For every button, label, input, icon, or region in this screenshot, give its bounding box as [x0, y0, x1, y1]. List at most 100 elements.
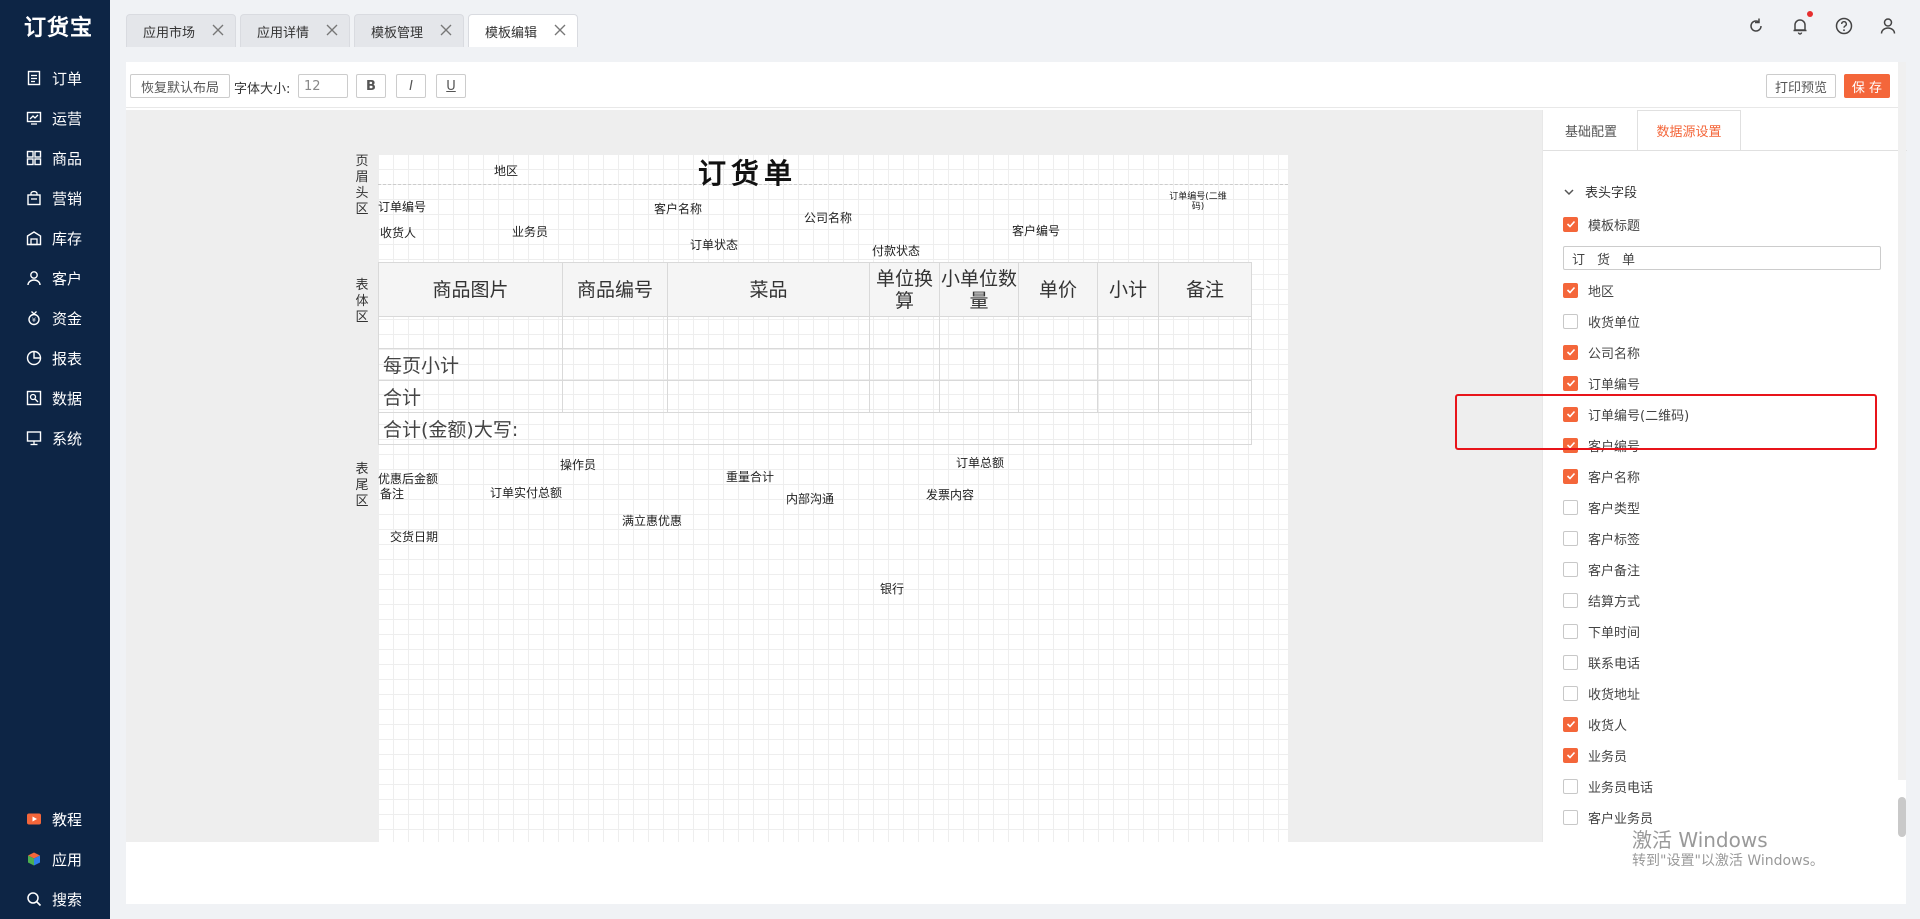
user-icon — [26, 270, 42, 286]
sidebar-item-warehouse[interactable]: 库存 — [0, 220, 110, 256]
tabs-divider — [1543, 150, 1907, 151]
warehouse-icon — [26, 230, 42, 246]
field-order-total[interactable]: 订单总额 — [956, 454, 1004, 471]
sidebar: 订货宝 订单 运营 商品 营销 库存 客户 ¥ 资金 报表 数据 系统 教程 应… — [0, 0, 110, 919]
bold-button[interactable]: B — [356, 74, 386, 98]
sidebar-item-marketing[interactable]: 营销 — [0, 180, 110, 216]
checkbox[interactable] — [1563, 216, 1578, 232]
bell-icon[interactable] — [1790, 16, 1810, 36]
field-delivery-date[interactable]: 交货日期 — [390, 528, 438, 545]
checkbox[interactable] — [1563, 313, 1578, 329]
close-icon[interactable] — [325, 23, 339, 37]
checkbox[interactable] — [1563, 344, 1578, 360]
close-icon[interactable] — [439, 23, 453, 37]
checkbox[interactable] — [1563, 499, 1578, 515]
field-remark[interactable]: 备注 — [380, 485, 404, 502]
field-company-name[interactable]: 公司名称 — [804, 209, 852, 226]
close-icon[interactable] — [211, 23, 225, 37]
checkbox[interactable] — [1563, 654, 1578, 670]
scrollbar[interactable] — [1898, 62, 1906, 837]
checkbox[interactable] — [1563, 809, 1578, 825]
close-icon[interactable] — [553, 23, 567, 37]
sidebar-item-system[interactable]: 系统 — [0, 420, 110, 456]
data-icon — [26, 390, 42, 406]
field-option[interactable]: 结算方式 — [1563, 590, 1640, 610]
field-option[interactable]: 联系电话 — [1563, 652, 1640, 672]
field-option[interactable]: 客户类型 — [1563, 497, 1640, 517]
field-invoice-content[interactable]: 发票内容 — [926, 486, 974, 503]
checkbox[interactable] — [1563, 778, 1578, 794]
checkbox[interactable] — [1563, 685, 1578, 701]
sidebar-item-orders[interactable]: 订单 — [0, 60, 110, 96]
checkbox[interactable] — [1563, 747, 1578, 763]
field-option[interactable]: 客户名称 — [1563, 466, 1640, 486]
field-instant-discount[interactable]: 满立惠优惠 — [622, 512, 682, 529]
sidebar-item-tutorial[interactable]: 教程 — [0, 801, 110, 837]
field-customer-no[interactable]: 客户编号 — [1012, 222, 1060, 239]
field-receiver[interactable]: 收货人 — [380, 224, 416, 241]
checkbox[interactable] — [1563, 561, 1578, 577]
help-icon[interactable] — [1834, 16, 1854, 36]
user-profile-icon[interactable] — [1878, 16, 1898, 36]
field-option[interactable]: 公司名称 — [1563, 342, 1640, 362]
checkbox[interactable] — [1563, 623, 1578, 639]
sidebar-item-goods[interactable]: 商品 — [0, 140, 110, 176]
field-option[interactable]: 客户备注 — [1563, 559, 1640, 579]
field-weight-total[interactable]: 重量合计 — [726, 468, 774, 485]
field-customer-name[interactable]: 客户名称 — [654, 200, 702, 217]
field-payment-status[interactable]: 付款状态 — [872, 242, 920, 259]
field-order-status[interactable]: 订单状态 — [690, 236, 738, 253]
field-option[interactable]: 下单时间 — [1563, 621, 1640, 641]
reset-layout-button[interactable]: 恢复默认布局 — [130, 74, 230, 98]
checkbox[interactable] — [1563, 592, 1578, 608]
tab-template-edit[interactable]: 模板编辑 — [468, 14, 578, 47]
tab-data-source[interactable]: 数据源设置 — [1637, 110, 1741, 150]
tab-basic-config[interactable]: 基础配置 — [1551, 110, 1631, 150]
field-option[interactable]: 收货人 — [1563, 714, 1627, 734]
column-header: 商品编号 — [562, 262, 668, 317]
field-option[interactable]: 模板标题 — [1563, 214, 1640, 234]
field-region[interactable]: 地区 — [494, 162, 518, 179]
tab-app-market[interactable]: 应用市场 — [126, 14, 236, 47]
tab-app-detail[interactable]: 应用详情 — [240, 14, 350, 47]
sidebar-item-customers[interactable]: 客户 — [0, 260, 110, 296]
section-header-fields[interactable]: 表头字段 — [1563, 182, 1637, 201]
checkbox[interactable] — [1563, 468, 1578, 484]
sidebar-item-reports[interactable]: 报表 — [0, 340, 110, 376]
print-preview-button[interactable]: 打印预览 — [1766, 74, 1836, 98]
field-internal-comm[interactable]: 内部沟通 — [786, 490, 834, 507]
field-operator[interactable]: 操作员 — [560, 456, 596, 473]
underline-button[interactable]: U — [436, 74, 466, 98]
italic-button[interactable]: I — [396, 74, 426, 98]
sidebar-item-operation[interactable]: 运营 — [0, 100, 110, 136]
field-option[interactable]: 地区 — [1563, 280, 1614, 300]
field-option-label: 客户标签 — [1588, 532, 1641, 548]
field-option[interactable]: 客户标签 — [1563, 528, 1640, 548]
scroll-thumb[interactable] — [1898, 797, 1906, 837]
sidebar-item-data[interactable]: 数据 — [0, 380, 110, 416]
checkbox[interactable] — [1563, 530, 1578, 546]
field-option[interactable]: 业务员 — [1563, 745, 1627, 765]
field-option[interactable]: 收货单位 — [1563, 311, 1640, 331]
field-option[interactable]: 业务员电话 — [1563, 776, 1653, 796]
checkbox[interactable] — [1563, 282, 1578, 298]
template-title[interactable]: 订货单 — [698, 152, 797, 192]
field-option[interactable]: 收货地址 — [1563, 683, 1640, 703]
sidebar-item-label: 搜索 — [52, 890, 83, 909]
field-option[interactable]: 订单编号 — [1563, 373, 1640, 393]
checkbox[interactable] — [1563, 375, 1578, 391]
field-bank[interactable]: 银行 — [880, 580, 904, 597]
field-order-paid-total[interactable]: 订单实付总额 — [490, 484, 562, 501]
tab-template-management[interactable]: 模板管理 — [354, 14, 464, 47]
sidebar-item-search[interactable]: 搜索 — [0, 881, 110, 917]
font-size-input[interactable]: 12 — [298, 74, 348, 98]
field-order-no[interactable]: 订单编号 — [378, 198, 426, 215]
field-salesman[interactable]: 业务员 — [512, 223, 548, 240]
sidebar-item-funds[interactable]: ¥ 资金 — [0, 300, 110, 336]
field-qr-order-no[interactable]: 订单编号(二维码) — [1168, 192, 1228, 212]
template-title-input[interactable]: 订货单 — [1563, 246, 1881, 270]
refresh-icon[interactable] — [1746, 16, 1766, 36]
checkbox[interactable] — [1563, 716, 1578, 732]
save-button[interactable]: 保 存 — [1844, 74, 1890, 98]
sidebar-item-apps[interactable]: 应用 — [0, 841, 110, 877]
